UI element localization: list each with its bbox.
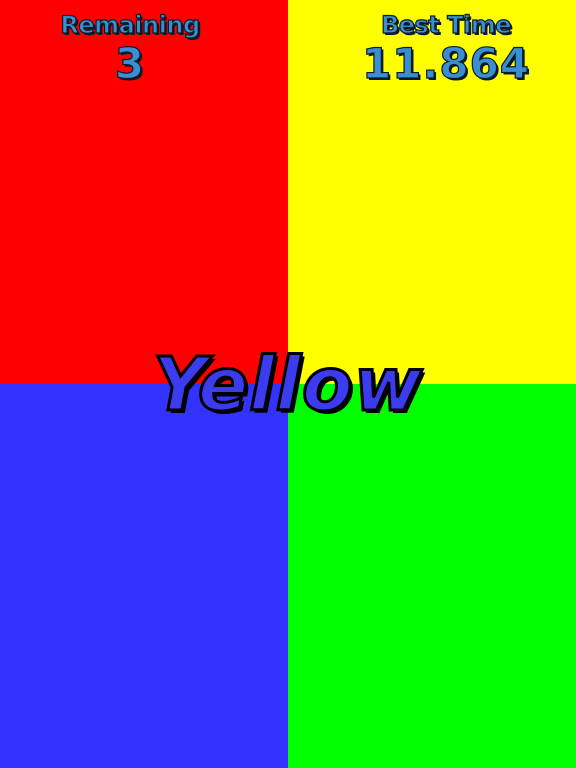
blue-quadrant[interactable] <box>0 384 288 768</box>
game-board: Remaining 3 Best Time 11.864 Yellow <box>0 0 576 768</box>
remaining-value: 3 <box>114 39 146 88</box>
remaining-counter: Remaining 3 <box>30 10 230 88</box>
best-time-value: 11.864 <box>361 39 531 88</box>
remaining-label: Remaining <box>60 10 201 39</box>
best-time-label: Best Time <box>380 10 512 39</box>
green-quadrant[interactable] <box>288 384 576 768</box>
color-prompt-word: Yellow <box>151 341 424 430</box>
best-time-display: Best Time 11.864 <box>346 10 546 88</box>
